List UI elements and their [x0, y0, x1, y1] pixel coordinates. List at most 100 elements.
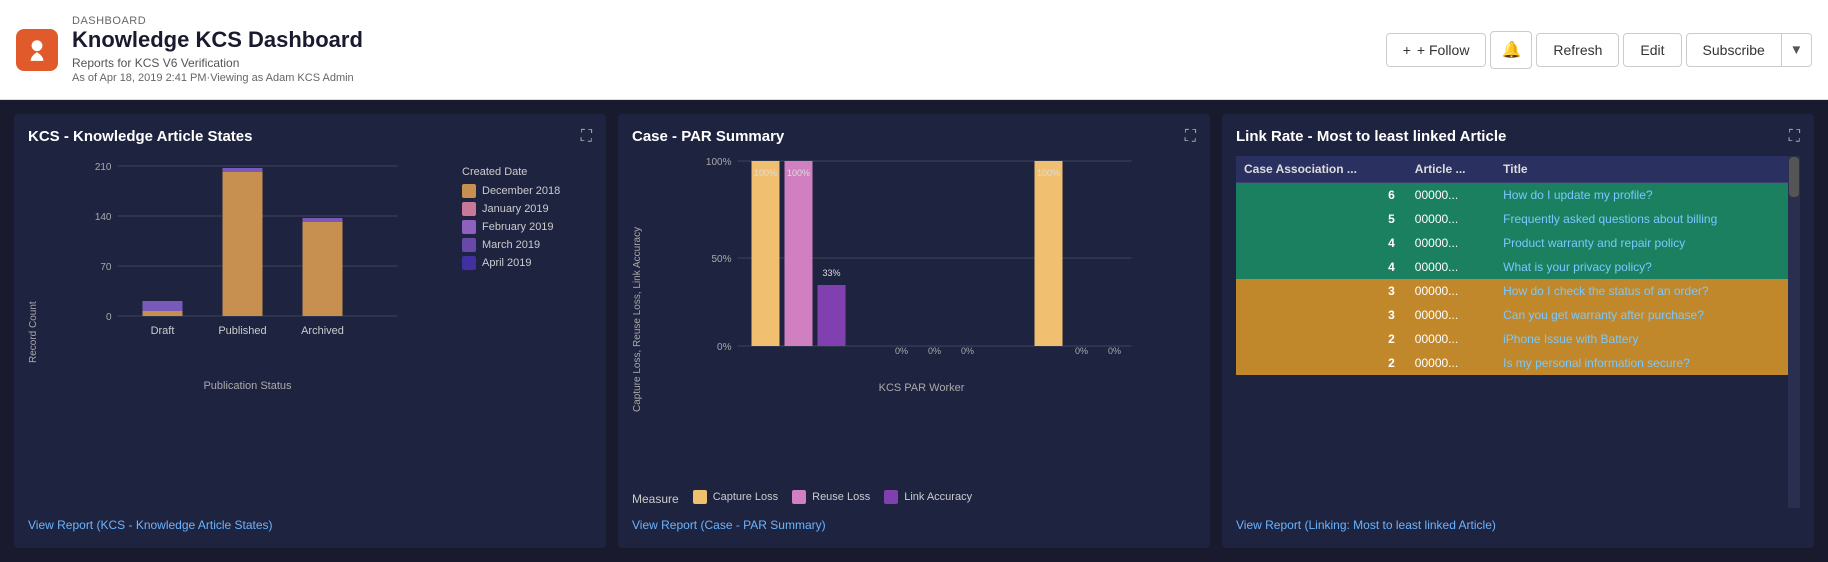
bar-chart: 210 140 70 0	[43, 156, 452, 508]
notification-button[interactable]: 🔔	[1490, 31, 1532, 69]
cell-title-2[interactable]: Product warranty and repair policy	[1495, 231, 1800, 255]
col-article-id: Article ...	[1407, 156, 1495, 183]
header: DASHBOARD Knowledge KCS Dashboard Report…	[0, 0, 1828, 100]
par-chart-svg: 100% 50% 0% 100% 100%	[647, 156, 1196, 356]
legend-color-dec	[462, 184, 476, 198]
cell-id-4: 00000...	[1407, 279, 1495, 303]
panel1-title: KCS - Knowledge Article States	[28, 128, 253, 145]
cell-title-7[interactable]: Is my personal information secure?	[1495, 351, 1800, 375]
panel3-title: Link Rate - Most to least linked Article	[1236, 128, 1506, 145]
panel-article-states: KCS - Knowledge Article States ⛶ Record …	[14, 114, 606, 548]
cell-count-5: 3	[1236, 303, 1407, 327]
par-legend-la-label: Link Accuracy	[904, 491, 972, 503]
dashboard: KCS - Knowledge Article States ⛶ Record …	[0, 100, 1828, 562]
svg-text:50%: 50%	[711, 254, 731, 265]
svg-text:0%: 0%	[961, 346, 974, 356]
par-y-label: Capture Loss, Reuse Loss, Link Accuracy	[632, 156, 643, 482]
svg-text:Draft: Draft	[151, 325, 175, 337]
panel2-title: Case - PAR Summary	[632, 128, 784, 145]
legend-label-jan: January 2019	[482, 203, 549, 215]
link-table-header: Case Association ... Article ... Title	[1236, 156, 1800, 183]
cell-count-1: 5	[1236, 207, 1407, 231]
x-axis-title: Publication Status	[43, 380, 452, 392]
y-axis-label: Record Count	[28, 156, 39, 508]
svg-text:100%: 100%	[1037, 168, 1060, 178]
cell-title-6[interactable]: iPhone Issue with Battery	[1495, 327, 1800, 351]
cell-count-2: 4	[1236, 231, 1407, 255]
cell-count-4: 3	[1236, 279, 1407, 303]
panel3-footer: View Report (Linking: Most to least link…	[1236, 508, 1800, 534]
table-row: 3 00000... Can you get warranty after pu…	[1236, 303, 1800, 327]
cell-title-5[interactable]: Can you get warranty after purchase?	[1495, 303, 1800, 327]
col-title: Title	[1495, 156, 1800, 183]
follow-button[interactable]: + + Follow	[1386, 33, 1487, 67]
scrollbar-thumb[interactable]	[1789, 157, 1799, 197]
panel2-header: Case - PAR Summary ⛶	[632, 128, 1196, 146]
par-legend-cl-color	[693, 490, 707, 504]
par-legend-rl-color	[792, 490, 806, 504]
legend-label-mar: March 2019	[482, 239, 540, 251]
follow-label: + Follow	[1417, 42, 1470, 58]
svg-text:0%: 0%	[928, 346, 941, 356]
par-legend-la: Link Accuracy	[884, 490, 972, 504]
subscribe-group: Subscribe ▼	[1686, 33, 1812, 67]
table-row: 6 00000... How do I update my profile?	[1236, 183, 1800, 208]
refresh-button[interactable]: Refresh	[1536, 33, 1619, 67]
cell-title-1[interactable]: Frequently asked questions about billing	[1495, 207, 1800, 231]
cell-count-3: 4	[1236, 255, 1407, 279]
subscribe-button[interactable]: Subscribe	[1686, 33, 1782, 67]
svg-text:70: 70	[100, 262, 112, 273]
bar-chart-svg: 210 140 70 0	[43, 156, 452, 376]
panel1-header: KCS - Knowledge Article States ⛶	[28, 128, 592, 146]
par-chart-inner: 100% 50% 0% 100% 100%	[647, 156, 1196, 482]
panel2-footer: View Report (Case - PAR Summary)	[632, 508, 1196, 534]
panel2-expand-button[interactable]: ⛶	[1185, 128, 1196, 146]
cell-id-6: 00000...	[1407, 327, 1495, 351]
panel2-chart: Capture Loss, Reuse Loss, Link Accuracy …	[632, 156, 1196, 508]
breadcrumb: DASHBOARD	[72, 15, 1386, 27]
cell-title-0[interactable]: How do I update my profile?	[1495, 183, 1800, 208]
panel3-header: Link Rate - Most to least linked Article…	[1236, 128, 1800, 146]
legend-item-feb: February 2019	[462, 220, 592, 234]
app-logo	[16, 29, 58, 71]
edit-button[interactable]: Edit	[1623, 33, 1681, 67]
header-info: DASHBOARD Knowledge KCS Dashboard Report…	[72, 15, 1386, 83]
header-actions: + + Follow 🔔 Refresh Edit Subscribe ▼	[1386, 31, 1812, 69]
col-case-association: Case Association ...	[1236, 156, 1407, 183]
link-table-body: 6 00000... How do I update my profile? 5…	[1236, 183, 1800, 376]
panel2-view-report-link[interactable]: View Report (Case - PAR Summary)	[632, 518, 826, 532]
legend-color-apr	[462, 256, 476, 270]
legend-item-mar: March 2019	[462, 238, 592, 252]
panel1-footer: View Report (KCS - Knowledge Article Sta…	[28, 508, 592, 534]
panel3-expand-button[interactable]: ⛶	[1789, 128, 1800, 146]
par-legend-rl-label: Reuse Loss	[812, 491, 870, 503]
table-scrollbar[interactable]	[1788, 156, 1800, 508]
par-legend-cl: Capture Loss	[693, 490, 778, 504]
legend-color-jan	[462, 202, 476, 216]
par-x-axis-title: KCS PAR Worker	[647, 382, 1196, 394]
panel1-expand-button[interactable]: ⛶	[581, 128, 592, 146]
par-legend-cl-label: Capture Loss	[713, 491, 778, 503]
subscribe-dropdown-button[interactable]: ▼	[1782, 33, 1812, 67]
par-legend-rl: Reuse Loss	[792, 490, 870, 504]
panel-link-rate: Link Rate - Most to least linked Article…	[1222, 114, 1814, 548]
panel1-view-report-link[interactable]: View Report (KCS - Knowledge Article Sta…	[28, 518, 273, 532]
par-legend-measure-label: Measure	[632, 492, 679, 506]
par-legend-la-color	[884, 490, 898, 504]
plus-icon: +	[1403, 42, 1411, 58]
bar-chart-wrap: Record Count 210 140 70 0	[28, 156, 452, 508]
svg-text:100%: 100%	[706, 157, 732, 168]
svg-text:0: 0	[106, 312, 112, 323]
table-row: 5 00000... Frequently asked questions ab…	[1236, 207, 1800, 231]
cell-id-7: 00000...	[1407, 351, 1495, 375]
panel-par-summary: Case - PAR Summary ⛶ Capture Loss, Reuse…	[618, 114, 1210, 548]
cell-id-2: 00000...	[1407, 231, 1495, 255]
cell-id-1: 00000...	[1407, 207, 1495, 231]
cell-title-3[interactable]: What is your privacy policy?	[1495, 255, 1800, 279]
legend-color-mar	[462, 238, 476, 252]
svg-text:Archived: Archived	[301, 325, 344, 337]
cell-title-4[interactable]: How do I check the status of an order?	[1495, 279, 1800, 303]
svg-text:0%: 0%	[717, 342, 732, 353]
panel3-view-report-link[interactable]: View Report (Linking: Most to least link…	[1236, 518, 1496, 532]
link-table-scroll-area: Case Association ... Article ... Title 6…	[1236, 156, 1800, 508]
